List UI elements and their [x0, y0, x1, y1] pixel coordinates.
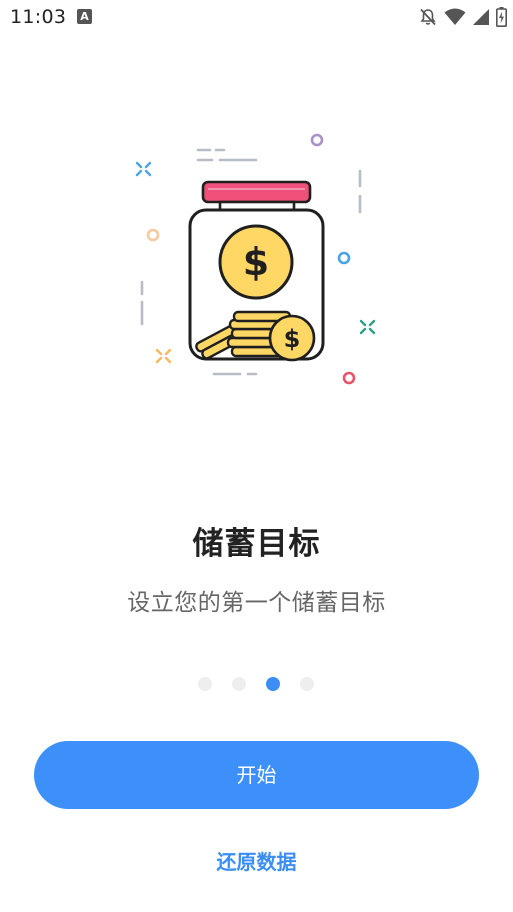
wifi-icon	[444, 8, 466, 25]
page-title: 储蓄目标	[192, 526, 321, 562]
cell-signal-icon	[473, 9, 489, 25]
start-button[interactable]: 开始	[34, 741, 479, 809]
status-time: 11:03	[10, 6, 67, 28]
notifications-off-icon	[420, 8, 436, 26]
deco-circle-red	[342, 371, 356, 385]
onboarding-screen: 11:03 A $ $ 储蓄目标 设立您的第一个储蓄目标 开始 还原数据	[0, 0, 513, 912]
page-dot-2[interactable]	[232, 677, 246, 691]
sparkle-green	[359, 319, 376, 335]
sparkle-orange	[155, 348, 172, 364]
restore-data-link[interactable]: 还原数据	[0, 846, 513, 875]
deco-circle-orange	[146, 228, 160, 242]
sparkle-blue	[135, 161, 152, 177]
page-subtitle: 设立您的第一个储蓄目标	[127, 590, 386, 616]
notification-icon: A	[77, 9, 92, 24]
status-icons	[418, 6, 507, 28]
jar-lid	[201, 180, 312, 204]
deco-circle-blue	[337, 251, 351, 265]
battery-icon	[496, 7, 507, 27]
svg-text:$: $	[284, 325, 301, 353]
savings-jar-icon: $ $	[135, 133, 376, 385]
page-dot-4[interactable]	[300, 677, 314, 691]
page-dot-1[interactable]	[198, 677, 212, 691]
page-dot-3[interactable]	[266, 677, 280, 691]
status-bar: 11:03 A	[0, 0, 513, 36]
page-indicator	[0, 677, 513, 691]
svg-text:$: $	[243, 240, 269, 284]
deco-circle-purple	[310, 133, 324, 147]
